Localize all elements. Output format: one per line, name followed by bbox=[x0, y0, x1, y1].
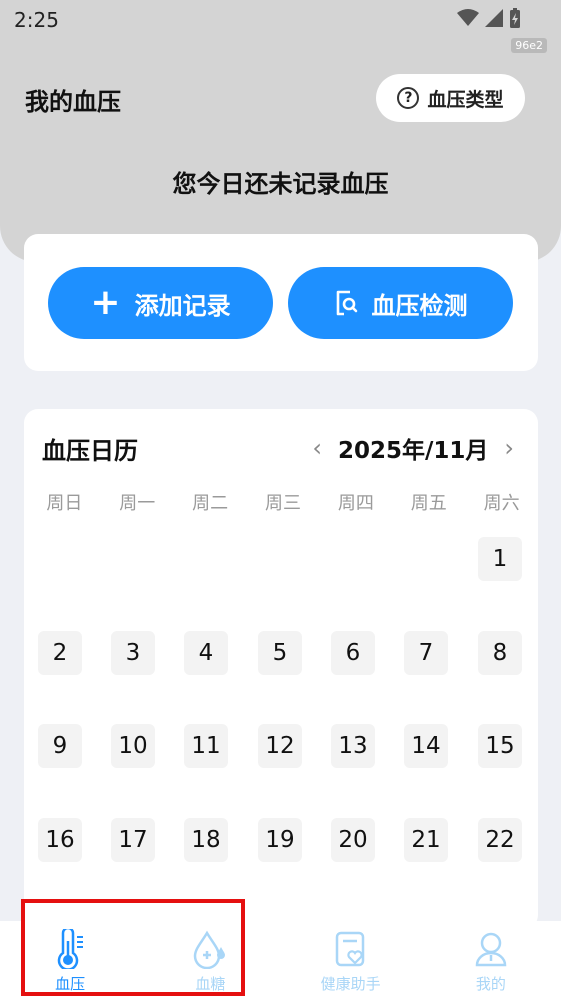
calendar-day[interactable]: 2 bbox=[38, 631, 82, 675]
add-record-label: 添加记录 bbox=[134, 291, 231, 320]
weekday-label: 周二 bbox=[192, 493, 229, 514]
prev-month-icon[interactable]: ‹ bbox=[312, 434, 322, 462]
tab-profile[interactable]: 我的 bbox=[421, 921, 561, 999]
help-icon: ? bbox=[397, 87, 420, 109]
calendar-day[interactable]: 11 bbox=[184, 724, 228, 768]
calendar-day[interactable]: 21 bbox=[404, 818, 448, 862]
health-assistant-icon bbox=[335, 931, 364, 967]
tab-label: 我的 bbox=[475, 975, 506, 993]
calendar-day[interactable]: 16 bbox=[38, 818, 82, 862]
calendar-day[interactable]: 8 bbox=[478, 631, 522, 675]
search-document-icon bbox=[336, 290, 357, 316]
no-record-notice: 您今日还未记录血压 bbox=[172, 170, 389, 198]
calendar-day[interactable]: 10 bbox=[111, 724, 155, 768]
calendar-day[interactable]: 19 bbox=[258, 818, 302, 862]
calendar-day[interactable]: 7 bbox=[404, 631, 448, 675]
status-time: 2:25 bbox=[14, 8, 59, 32]
calendar-day[interactable]: 3 bbox=[111, 631, 155, 675]
add-record-button[interactable]: + 添加记录 bbox=[48, 267, 273, 339]
plus-icon: + bbox=[90, 282, 121, 323]
battery-icon bbox=[510, 8, 520, 28]
calendar-nav: ‹ 2025年/11月 › bbox=[312, 431, 514, 465]
calendar-month: 2025年/11月 bbox=[337, 438, 489, 464]
calendar-day[interactable]: 12 bbox=[258, 724, 302, 768]
blood-pressure-detect-button[interactable]: 血压检测 bbox=[288, 267, 513, 339]
calendar-title: 血压日历 bbox=[42, 437, 138, 465]
weekday-label: 周三 bbox=[265, 493, 301, 514]
calendar-card: 血压日历 ‹ 2025年/11月 › 周日 周一 周二 周三 周四 周五 周六 … bbox=[24, 409, 538, 929]
calendar-day[interactable]: 20 bbox=[331, 818, 375, 862]
weekday-label: 周六 bbox=[483, 493, 520, 514]
calendar-day[interactable]: 14 bbox=[404, 724, 448, 768]
calendar-day[interactable]: 15 bbox=[478, 724, 522, 768]
tab-label: 健康助手 bbox=[320, 975, 381, 993]
tab-health-assistant[interactable]: 健康助手 bbox=[281, 921, 421, 999]
calendar-day[interactable]: 17 bbox=[111, 818, 155, 862]
selection-highlight bbox=[21, 899, 245, 996]
calendar-day[interactable]: 1 bbox=[478, 537, 522, 581]
status-icons bbox=[457, 8, 521, 28]
weekday-label: 周日 bbox=[46, 493, 83, 514]
blood-pressure-detect-label: 血压检测 bbox=[371, 291, 468, 320]
calendar-day[interactable]: 6 bbox=[331, 631, 375, 675]
weekday-label: 周五 bbox=[410, 493, 447, 514]
weekday-label: 周一 bbox=[119, 493, 156, 514]
action-card: + 添加记录 血压检测 bbox=[24, 234, 538, 371]
calendar-day[interactable]: 5 bbox=[258, 631, 302, 675]
blood-pressure-type-label: 血压类型 bbox=[427, 88, 504, 111]
weekday-row: 周日 周一 周二 周三 周四 周五 周六 bbox=[24, 489, 538, 515]
calendar-day[interactable]: 13 bbox=[331, 724, 375, 768]
calendar-day[interactable]: 9 bbox=[38, 724, 82, 768]
calendar-day[interactable]: 4 bbox=[184, 631, 228, 675]
calendar-day[interactable]: 18 bbox=[184, 818, 228, 862]
weekday-label: 周四 bbox=[337, 493, 374, 514]
next-month-icon[interactable]: › bbox=[504, 434, 514, 462]
profile-icon bbox=[475, 932, 507, 967]
calendar-day[interactable]: 22 bbox=[478, 818, 522, 862]
status-bar: 2:25 96e2 bbox=[0, 0, 561, 53]
wifi-icon bbox=[457, 9, 479, 26]
status-tag: 96e2 bbox=[511, 38, 547, 53]
signal-icon bbox=[485, 9, 503, 27]
blood-pressure-type-button[interactable]: ? 血压类型 bbox=[376, 74, 525, 122]
page-title: 我的血压 bbox=[25, 88, 121, 116]
